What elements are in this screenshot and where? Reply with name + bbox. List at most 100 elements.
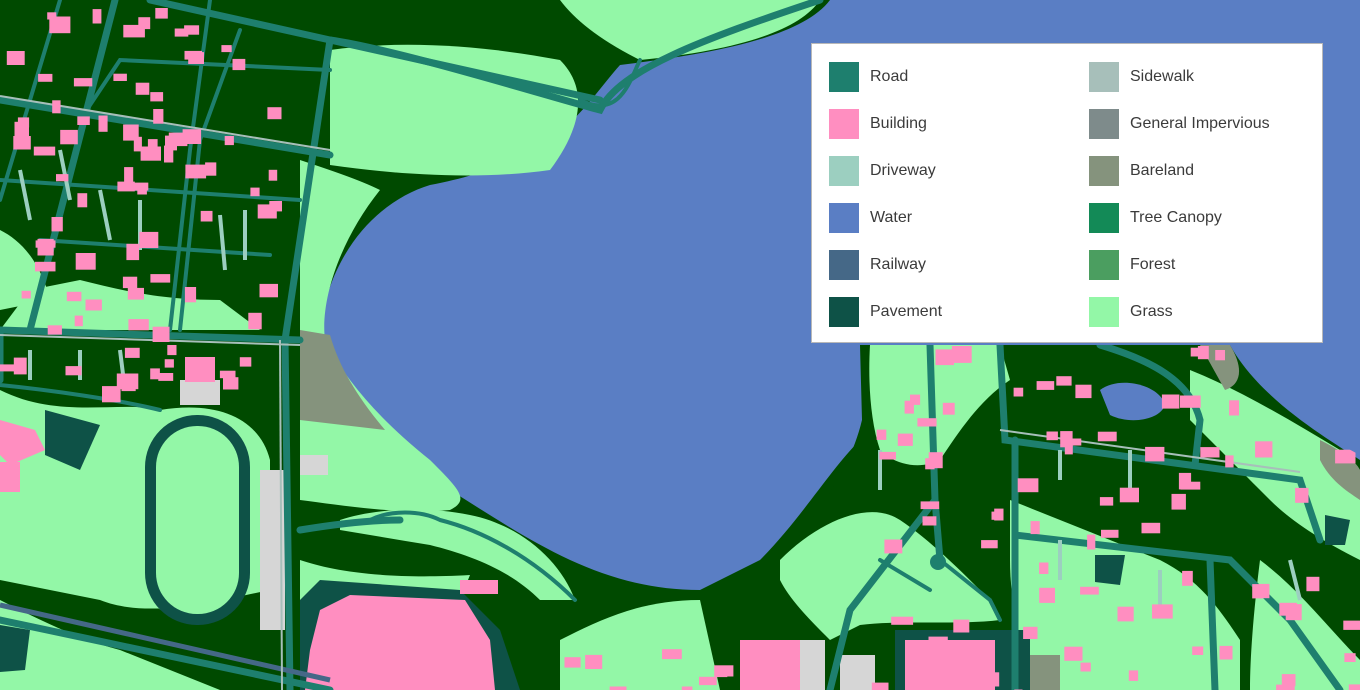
building-footprint bbox=[662, 649, 682, 660]
building-footprint bbox=[564, 657, 581, 668]
building-footprint bbox=[184, 50, 202, 60]
building-footprint bbox=[1200, 447, 1220, 458]
building-footprint bbox=[991, 511, 1001, 520]
legend-item-grass: Grass bbox=[1089, 297, 1173, 327]
legend: Road Building Driveway Water Railway Pav… bbox=[811, 43, 1323, 343]
building-footprint bbox=[1039, 562, 1049, 574]
building-footprint bbox=[13, 357, 27, 375]
building-footprint bbox=[1215, 350, 1225, 361]
building-footprint bbox=[1225, 455, 1234, 468]
legend-item-bareland: Bareland bbox=[1089, 156, 1194, 186]
building-footprint bbox=[123, 24, 145, 38]
building-footprint bbox=[140, 146, 161, 161]
legend-swatch-forest bbox=[1089, 250, 1119, 280]
building-footprint bbox=[1260, 583, 1270, 599]
legend-label-bareland: Bareland bbox=[1130, 162, 1195, 179]
building-footprint bbox=[1182, 570, 1193, 586]
building-footprint bbox=[77, 116, 90, 125]
building-footprint bbox=[1281, 674, 1296, 687]
building-footprint bbox=[891, 616, 914, 625]
legend-swatch-bareland bbox=[1089, 156, 1119, 186]
building-footprint bbox=[56, 174, 69, 182]
building-footprint bbox=[1279, 602, 1297, 616]
building-footprint bbox=[123, 124, 139, 141]
building-footprint bbox=[98, 115, 108, 132]
building-footprint bbox=[1219, 645, 1233, 660]
building-footprint bbox=[223, 377, 239, 390]
running-track bbox=[145, 415, 250, 625]
building-footprint bbox=[1023, 626, 1038, 639]
legend-label-tree-canopy: Tree Canopy bbox=[1130, 209, 1222, 226]
building-footprint bbox=[47, 325, 62, 335]
building-footprint bbox=[1080, 662, 1091, 672]
building-footprint bbox=[74, 315, 83, 327]
building-footprint bbox=[85, 299, 102, 311]
building-footprint bbox=[1046, 431, 1058, 441]
building-footprint bbox=[38, 73, 53, 82]
building-footprint bbox=[1013, 387, 1024, 397]
building-footprint bbox=[250, 187, 260, 197]
building-footprint bbox=[1075, 384, 1092, 399]
building-footprint bbox=[1087, 534, 1096, 550]
legend-swatch-driveway bbox=[829, 156, 859, 186]
building-footprint bbox=[268, 169, 278, 181]
building-footprint bbox=[124, 167, 134, 183]
legend-item-water: Water bbox=[829, 203, 912, 233]
building-footprint bbox=[871, 682, 889, 690]
building-footprint bbox=[116, 373, 139, 390]
building-footprint bbox=[1039, 587, 1055, 603]
building-footprint bbox=[164, 145, 174, 163]
building-footprint bbox=[167, 345, 177, 356]
building-footprint bbox=[1119, 487, 1139, 503]
legend-label-general-impervious: General Impervious bbox=[1130, 115, 1270, 132]
building-footprint bbox=[33, 146, 56, 156]
legend-swatch-water bbox=[829, 203, 859, 233]
building-footprint bbox=[221, 45, 232, 53]
legend-item-pavement: Pavement bbox=[829, 297, 942, 327]
legend-label-forest: Forest bbox=[1130, 256, 1176, 273]
building-footprint bbox=[1180, 395, 1201, 408]
legend-label-water: Water bbox=[870, 209, 913, 226]
building-footprint bbox=[60, 129, 78, 145]
building-footprint bbox=[1141, 522, 1161, 534]
building-footprint bbox=[981, 671, 995, 682]
building-footprint bbox=[935, 349, 954, 366]
legend-label-sidewalk: Sidewalk bbox=[1130, 68, 1195, 85]
building-footprint bbox=[1190, 347, 1199, 357]
building-footprint bbox=[47, 12, 57, 20]
legend-item-forest: Forest bbox=[1089, 250, 1175, 280]
legend-label-railway: Railway bbox=[870, 256, 927, 273]
building-footprint bbox=[155, 8, 168, 19]
building-footprint bbox=[879, 451, 896, 460]
building-footprint bbox=[928, 452, 943, 469]
building-footprint bbox=[920, 501, 940, 510]
building-footprint bbox=[73, 78, 93, 87]
building-footprint bbox=[52, 100, 61, 114]
building-footprint bbox=[122, 276, 138, 289]
legend-swatch-road bbox=[829, 62, 859, 92]
building-footprint bbox=[1097, 431, 1117, 442]
building-footprint bbox=[1101, 529, 1119, 538]
building-footprint bbox=[77, 193, 88, 208]
building-footprint bbox=[1036, 381, 1055, 390]
legend-item-railway: Railway bbox=[829, 250, 926, 280]
building-footprint bbox=[259, 283, 278, 298]
building-footprint bbox=[174, 28, 189, 37]
legend-swatch-tree-canopy bbox=[1089, 203, 1119, 233]
building-footprint bbox=[1343, 620, 1360, 630]
building-footprint bbox=[928, 636, 948, 652]
building-footprint bbox=[981, 540, 998, 549]
building-footprint bbox=[884, 539, 903, 554]
legend-item-road: Road bbox=[829, 62, 908, 92]
building-footprint bbox=[922, 516, 937, 526]
building-footprint bbox=[699, 676, 717, 686]
building-footprint bbox=[65, 366, 82, 376]
building-footprint bbox=[1145, 446, 1165, 462]
legend-item-general-impervious: General Impervious bbox=[1089, 109, 1270, 139]
building-footprint bbox=[152, 326, 170, 342]
legend-swatch-building bbox=[829, 109, 859, 139]
building-footprint bbox=[1152, 604, 1173, 619]
building-footprint bbox=[128, 319, 149, 331]
building-footprint bbox=[150, 274, 171, 283]
building-footprint bbox=[14, 121, 29, 139]
